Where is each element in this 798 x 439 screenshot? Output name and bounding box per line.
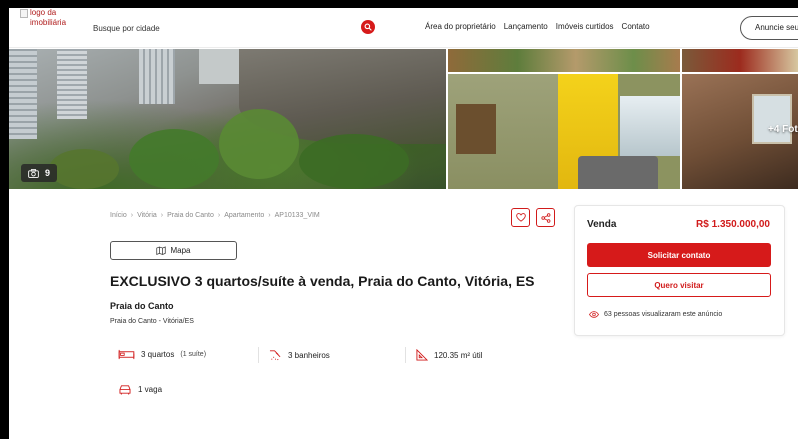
gallery-thumb-top-1[interactable] [448,49,680,72]
camera-icon [28,168,39,178]
price-value: R$ 1.350.000,00 [696,219,770,230]
gallery-thumb-top-2[interactable] [682,49,798,72]
car-icon [119,385,131,395]
ruler-square-icon [416,349,428,361]
map-button-label: Mapa [170,246,191,255]
photo-gallery: 9 +4 Fotos [9,49,798,189]
listing-neighborhood: Praia do Canto [110,301,174,311]
advertise-button[interactable]: Anuncie seu imóvel [740,16,798,40]
nav-liked-properties[interactable]: Imóveis curtidos [556,22,614,31]
feature-area: 120.35 m² útil [416,349,482,361]
views-info: 63 pessoas visualizaram este anúncio [589,311,722,318]
heart-icon [515,213,526,222]
favorite-button[interactable] [511,208,530,227]
search-input[interactable] [93,20,363,36]
breadcrumb-item[interactable]: Apartamento [224,212,264,219]
area-value: 120.35 m² útil [434,350,483,360]
suites-value: (1 suíte) [180,351,207,358]
feature-parking: 1 vaga [118,384,162,395]
schedule-visit-button[interactable]: Quero visitar [587,273,771,297]
parking-value: 1 vaga [138,385,163,394]
nav-launches[interactable]: Lançamento [504,22,548,31]
price-card: Venda R$ 1.350.000,00 Solicitar contato … [574,205,785,336]
share-button[interactable] [536,208,555,227]
logo[interactable]: logo da imobiliária [20,8,80,28]
sale-type-label: Venda [587,219,617,230]
window-frame-top [0,0,798,8]
feature-bedrooms: 3 quartos (1 suíte) [118,349,206,360]
gallery-thumb-more[interactable]: +4 Fotos [682,74,798,189]
broken-image-icon [20,9,28,18]
breadcrumb-item[interactable]: Início [110,212,127,219]
bathrooms-value: 3 banheiros [288,350,330,360]
share-icon [540,212,550,223]
photo-count-value: 9 [45,168,51,178]
breadcrumb-item[interactable]: Praia do Canto [167,212,214,219]
breadcrumb-separator-icon: › [160,212,164,219]
nav-contact[interactable]: Contato [622,22,650,31]
photo-count-badge[interactable]: 9 [21,164,58,182]
site-header: logo da imobiliária Área do proprietário… [9,8,798,48]
more-photos-label: +4 Fotos [768,124,798,135]
main-nav: Área do proprietário Lançamento Imóveis … [425,22,650,31]
breadcrumb-item: AP10133_VIM [274,212,320,219]
gallery-main-photo[interactable]: 9 [9,49,446,189]
search-button[interactable] [361,20,375,34]
breadcrumb-separator-icon: › [268,212,271,219]
feature-divider [258,347,259,363]
eye-icon [589,311,599,318]
bedrooms-value: 3 quartos [141,350,175,359]
feature-divider [405,347,406,363]
gallery-thumb-living-room[interactable] [448,74,680,189]
views-text: 63 pessoas visualizaram este anúncio [604,311,723,318]
listing-title: EXCLUSIVO 3 quartos/suíte à venda, Praia… [110,273,535,289]
breadcrumb-separator-icon: › [217,212,221,219]
search-icon [364,23,372,31]
window-frame-left [0,0,9,439]
request-contact-button[interactable]: Solicitar contato [587,243,771,267]
logo-alt-text: logo da imobiliária [30,8,67,27]
map-button[interactable]: Mapa [110,241,237,260]
bed-icon [118,349,135,360]
nav-owner-area[interactable]: Área do proprietário [425,22,496,31]
breadcrumb-separator-icon: › [130,212,134,219]
feature-bathrooms: 3 banheiros [269,349,330,361]
shower-icon [269,350,281,361]
listing-location: Praia do Canto - Vitória/ES [110,318,194,325]
map-icon [156,246,167,255]
breadcrumb-item[interactable]: Vitória [137,212,157,219]
breadcrumb: Início › Vitória › Praia do Canto › Apar… [110,212,320,219]
